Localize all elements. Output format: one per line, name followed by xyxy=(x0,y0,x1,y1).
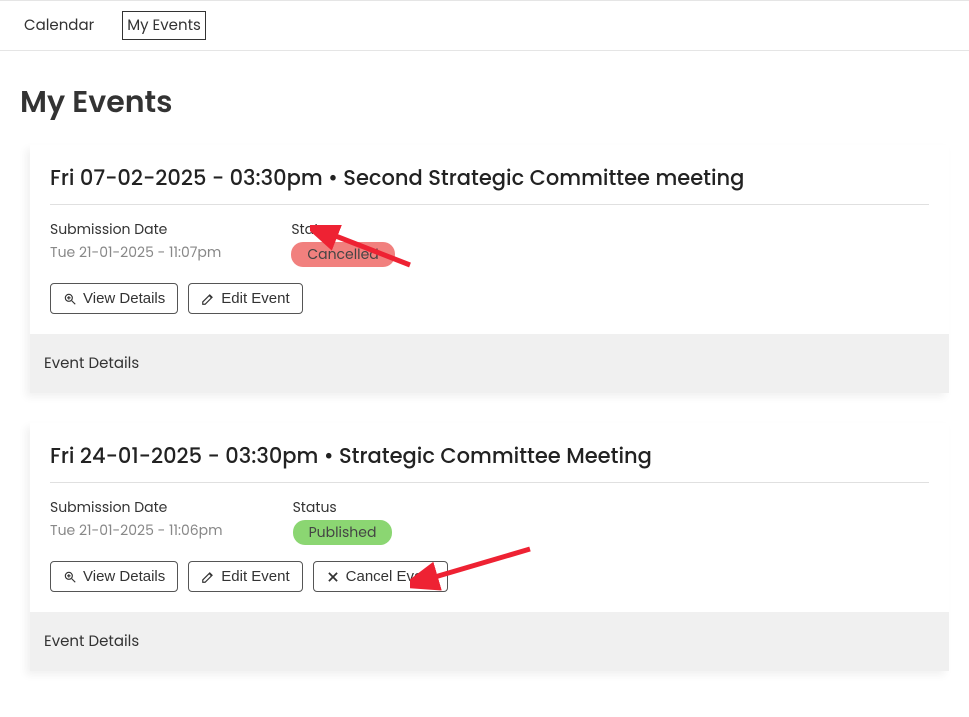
status-badge: Published xyxy=(293,520,393,545)
cancel-event-button[interactable]: Cancel Event xyxy=(313,561,448,592)
button-label: Edit Event xyxy=(221,290,289,307)
event-actions: View Details Edit Event xyxy=(50,283,929,314)
event-card: Fri 07-02-2025 - 03:30pm • Second Strate… xyxy=(30,145,949,393)
event-details-panel: Event Details xyxy=(30,334,949,393)
event-details-header: Event Details xyxy=(44,353,139,374)
status-label: Status xyxy=(293,497,393,518)
tab-calendar[interactable]: Calendar xyxy=(20,12,98,39)
event-title: Fri 07-02-2025 - 03:30pm • Second Strate… xyxy=(50,163,929,194)
event-details-panel: Event Details xyxy=(30,612,949,671)
page-title: My Events xyxy=(20,79,949,125)
button-label: Edit Event xyxy=(221,568,289,585)
status-badge: Cancelled xyxy=(291,242,394,267)
event-card: Fri 24-01-2025 - 03:30pm • Strategic Com… xyxy=(30,423,949,671)
event-details-header: Event Details xyxy=(44,631,139,652)
event-meta: Submission Date Tue 21-01-2025 - 11:06pm… xyxy=(50,497,929,545)
button-label: View Details xyxy=(83,290,165,307)
edit-icon xyxy=(201,570,215,584)
status-label: Status xyxy=(291,219,394,240)
divider xyxy=(50,482,929,483)
edit-event-button[interactable]: Edit Event xyxy=(188,283,302,314)
zoom-in-icon xyxy=(63,292,77,306)
close-icon xyxy=(326,570,340,584)
top-tabs: Calendar My Events xyxy=(0,0,969,51)
submission-date-value: Tue 21-01-2025 - 11:07pm xyxy=(50,242,221,263)
edit-event-button[interactable]: Edit Event xyxy=(188,561,302,592)
view-details-button[interactable]: View Details xyxy=(50,283,178,314)
zoom-in-icon xyxy=(63,570,77,584)
view-details-button[interactable]: View Details xyxy=(50,561,178,592)
button-label: Cancel Event xyxy=(346,568,435,585)
submission-date-label: Submission Date xyxy=(50,497,223,518)
tab-my-events[interactable]: My Events xyxy=(122,11,206,40)
event-title: Fri 24-01-2025 - 03:30pm • Strategic Com… xyxy=(50,441,929,472)
submission-date-value: Tue 21-01-2025 - 11:06pm xyxy=(50,520,223,541)
edit-icon xyxy=(201,292,215,306)
submission-date-label: Submission Date xyxy=(50,219,221,240)
event-actions: View Details Edit Event Cancel Event xyxy=(50,561,929,592)
divider xyxy=(50,204,929,205)
event-meta: Submission Date Tue 21-01-2025 - 11:07pm… xyxy=(50,219,929,267)
button-label: View Details xyxy=(83,568,165,585)
